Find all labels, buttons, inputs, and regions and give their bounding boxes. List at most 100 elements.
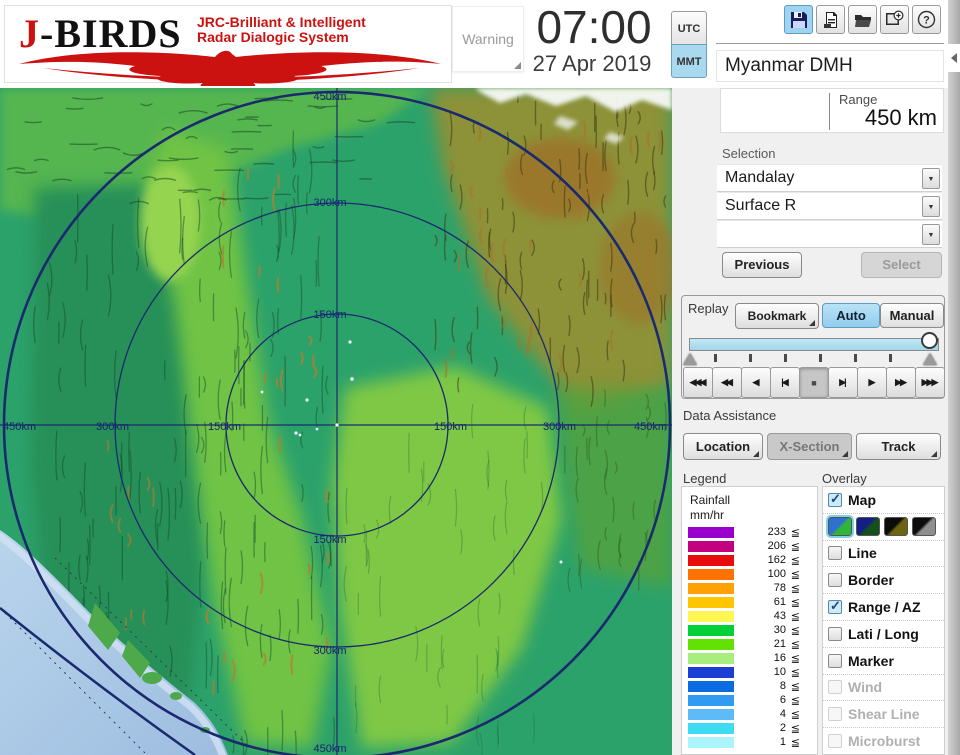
map-style-black-gray[interactable] bbox=[912, 517, 936, 537]
range-divider bbox=[829, 93, 830, 130]
legend-row: 43 ≦ bbox=[688, 609, 812, 623]
legend-color-swatch bbox=[688, 526, 734, 538]
legend-lte-symbol: ≦ bbox=[790, 708, 800, 721]
map-style-blue-green[interactable] bbox=[826, 515, 854, 539]
checkbox-icon[interactable] bbox=[828, 653, 842, 668]
mmt-button[interactable]: MMT bbox=[671, 44, 707, 78]
legend-color-swatch bbox=[688, 736, 734, 748]
legend-threshold-value: 8 bbox=[779, 680, 786, 692]
range-value: 450 km bbox=[864, 105, 937, 130]
panel-collapse-button[interactable] bbox=[948, 44, 960, 72]
save-button[interactable] bbox=[784, 5, 813, 34]
open-folder-button[interactable] bbox=[848, 5, 877, 34]
skip-forward-button[interactable]: ▶▶▶ bbox=[915, 367, 945, 398]
radar-map[interactable]: 450km 300km 150km 150km 300km 450km 450k… bbox=[0, 88, 680, 755]
map-style-navy-darkgreen[interactable] bbox=[856, 517, 880, 537]
overlay-label: Overlay bbox=[822, 471, 867, 486]
overlay-item-map[interactable]: Map bbox=[823, 487, 944, 513]
play-button[interactable]: ▶ bbox=[857, 367, 887, 398]
checkbox-icon[interactable] bbox=[828, 573, 842, 588]
panel-divider bbox=[716, 43, 944, 44]
help-button[interactable]: ? bbox=[912, 5, 941, 34]
replay-slider-thumb[interactable] bbox=[921, 332, 938, 349]
auto-button[interactable]: Auto bbox=[822, 303, 880, 328]
legend-row: 61 ≦ bbox=[688, 595, 812, 609]
legend-color-swatch bbox=[688, 554, 734, 566]
legend-row: 6 ≦ bbox=[688, 693, 812, 707]
legend-color-swatch bbox=[688, 540, 734, 552]
station-name: Myanmar DMH bbox=[716, 50, 944, 82]
legend-threshold-value: 2 bbox=[779, 722, 786, 734]
overlay-item-border[interactable]: Border bbox=[823, 566, 944, 593]
checkbox-icon[interactable] bbox=[828, 626, 842, 641]
chevron-down-icon[interactable]: ▼ bbox=[922, 196, 940, 217]
svg-text:300km: 300km bbox=[313, 645, 346, 657]
manual-button[interactable]: Manual bbox=[880, 303, 944, 328]
legend-row: 1 ≦ bbox=[688, 735, 812, 749]
checkbox-checked-icon[interactable] bbox=[828, 491, 842, 507]
stop-button[interactable]: ■ bbox=[799, 367, 829, 398]
legend-lte-symbol: ≦ bbox=[790, 694, 800, 707]
legend-lte-symbol: ≦ bbox=[790, 722, 800, 735]
step-forward-button[interactable]: ▶| bbox=[828, 367, 858, 398]
slider-end-marker[interactable] bbox=[923, 353, 937, 365]
warning-label: Warning bbox=[462, 31, 514, 47]
replay-slider[interactable] bbox=[689, 338, 939, 351]
svg-text:150km: 150km bbox=[208, 421, 241, 433]
legend-threshold-value: 162 bbox=[767, 554, 786, 566]
logo-tagline: JRC-Brilliant & Intelligent Radar Dialog… bbox=[197, 15, 366, 45]
bookmark-button[interactable]: Bookmark bbox=[735, 303, 819, 329]
previous-button[interactable]: Previous bbox=[722, 252, 802, 278]
print-button[interactable] bbox=[816, 5, 845, 34]
select-button[interactable]: Select bbox=[861, 252, 942, 278]
chevron-down-icon[interactable]: ▼ bbox=[922, 224, 940, 245]
overlay-item-lati-long[interactable]: Lati / Long bbox=[823, 619, 944, 647]
clock-time: 07:00 bbox=[536, 1, 652, 53]
legend-color-swatch bbox=[688, 680, 734, 692]
legend-threshold-value: 100 bbox=[767, 568, 786, 580]
legend-threshold-value: 4 bbox=[779, 708, 786, 720]
overlay-item-microburst: Microburst bbox=[823, 727, 944, 754]
fast-forward-button[interactable]: ▶▶ bbox=[886, 367, 916, 398]
svg-text:450km: 450km bbox=[3, 421, 36, 433]
track-button[interactable]: Track bbox=[856, 433, 941, 460]
legend-threshold-value: 1 bbox=[779, 736, 786, 748]
option-dropdown[interactable]: ▼ bbox=[717, 220, 942, 248]
map-style-black-olive[interactable] bbox=[884, 517, 908, 537]
play-reverse-button[interactable]: ◀ bbox=[741, 367, 771, 398]
overlay-item-range-az[interactable]: Range / AZ bbox=[823, 593, 944, 620]
overlay-item-line[interactable]: Line bbox=[823, 539, 944, 567]
svg-text:300km: 300km bbox=[543, 421, 576, 433]
legend-lte-symbol: ≦ bbox=[790, 652, 800, 665]
checkbox-checked-icon[interactable] bbox=[828, 598, 842, 615]
site-dropdown[interactable]: Mandalay ▼ bbox=[717, 164, 942, 192]
collapse-arrow-icon bbox=[951, 53, 957, 63]
checkbox-icon[interactable] bbox=[828, 546, 842, 561]
utc-button[interactable]: UTC bbox=[671, 11, 707, 45]
overlay-item-marker[interactable]: Marker bbox=[823, 646, 944, 674]
svg-text:450km: 450km bbox=[313, 743, 346, 755]
jbirds-window: J-BIRDS JRC-Brilliant & Intelligent Rada… bbox=[0, 0, 960, 755]
product-dropdown[interactable]: Surface R ▼ bbox=[717, 192, 942, 220]
rewind-button[interactable]: ◀◀ bbox=[712, 367, 742, 398]
legend-lte-symbol: ≦ bbox=[790, 736, 800, 749]
range-display: Range 450 km bbox=[720, 88, 944, 133]
legend-label: Legend bbox=[683, 471, 727, 486]
step-back-button[interactable]: |◀ bbox=[770, 367, 800, 398]
chevron-down-icon[interactable]: ▼ bbox=[922, 168, 940, 189]
legend-row: 78 ≦ bbox=[688, 581, 812, 595]
slider-start-marker[interactable] bbox=[683, 353, 697, 365]
legend-row: 8 ≦ bbox=[688, 679, 812, 693]
fast-rewind-button[interactable]: ◀◀◀ bbox=[683, 367, 713, 398]
legend-row: 21 ≦ bbox=[688, 637, 812, 651]
legend-color-swatch bbox=[688, 652, 734, 664]
x-section-button[interactable]: X-Section bbox=[767, 433, 852, 460]
slider-tick bbox=[749, 354, 752, 362]
legend-color-swatch bbox=[688, 568, 734, 580]
svg-text:?: ? bbox=[923, 15, 930, 27]
add-image-icon bbox=[886, 10, 904, 25]
control-panel: Range 450 km Selection Mandalay ▼ Surfac… bbox=[672, 88, 948, 755]
location-button[interactable]: Location bbox=[683, 433, 763, 460]
legend-row: 100 ≦ bbox=[688, 567, 812, 581]
add-image-button[interactable] bbox=[880, 5, 909, 34]
